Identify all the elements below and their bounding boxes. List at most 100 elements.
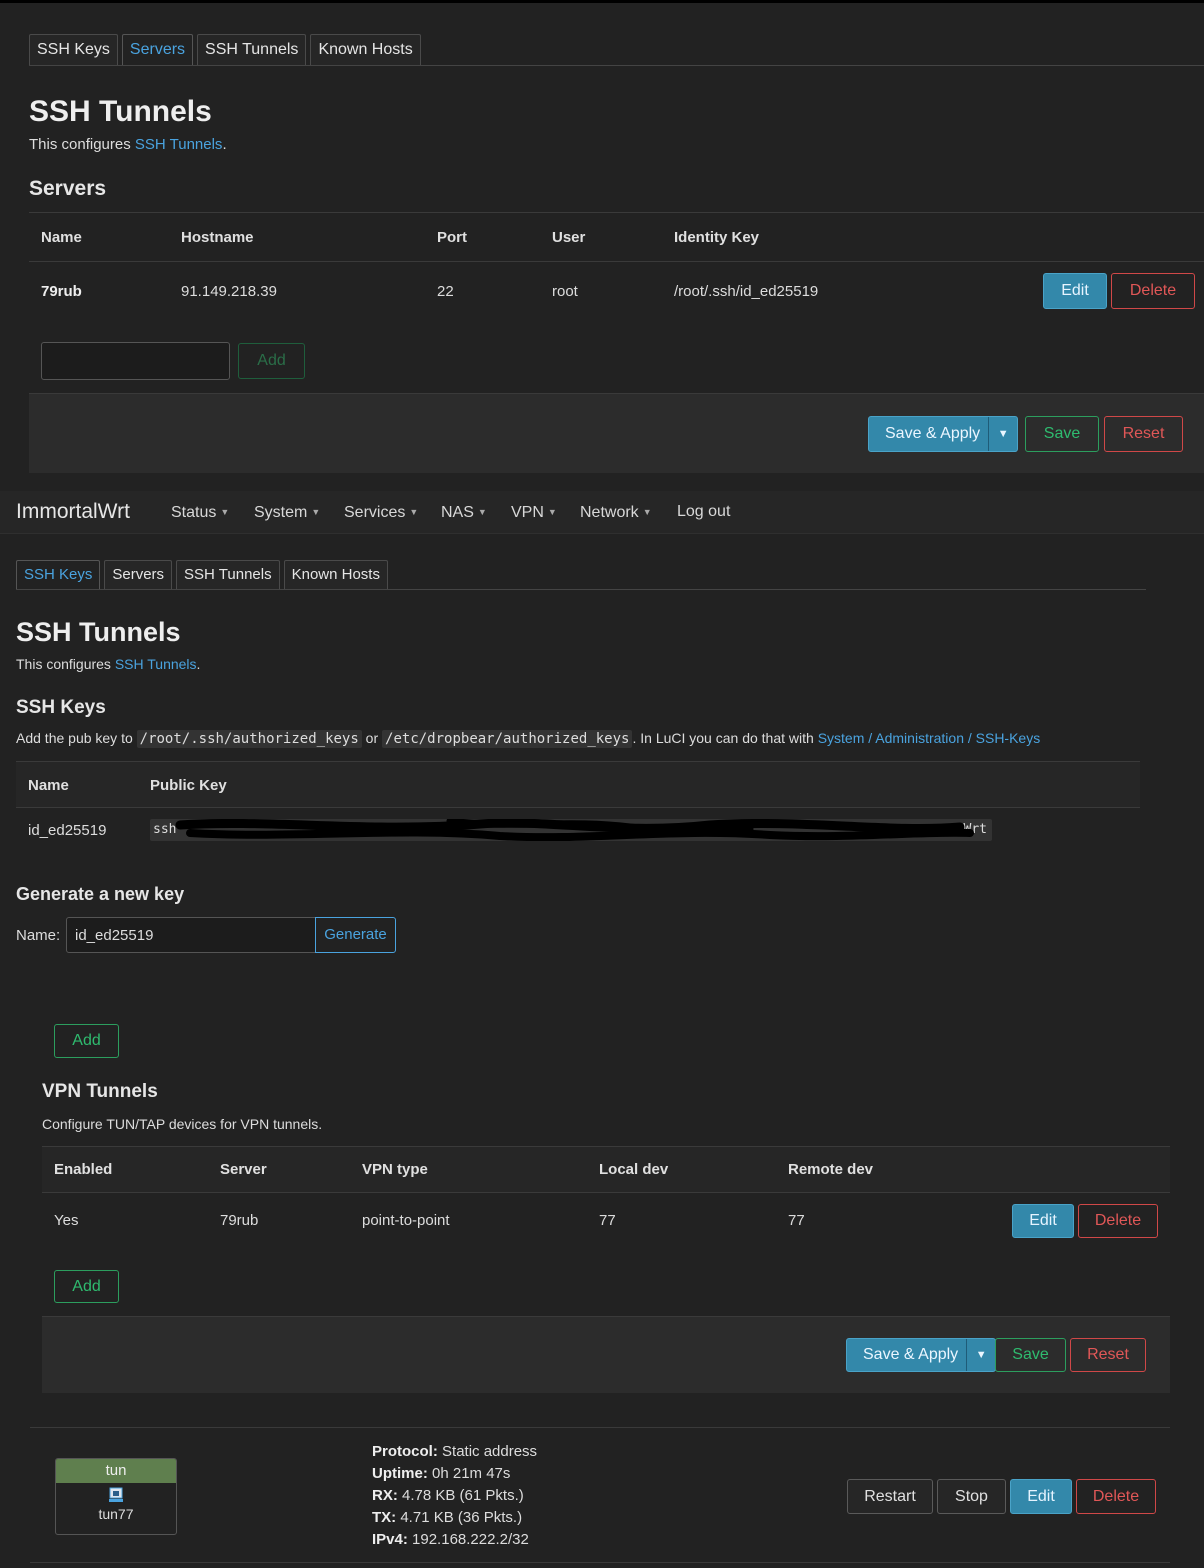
generate-key-title: Generate a new key xyxy=(16,884,185,904)
save-apply-button[interactable]: Save & Apply ▼ xyxy=(868,416,1019,452)
interface-divider-top xyxy=(30,1427,1170,1428)
hint-or: or xyxy=(361,730,383,746)
nav-network[interactable]: Network ▼ xyxy=(580,491,652,534)
save-apply-button[interactable]: Save & Apply ▼ xyxy=(846,1338,997,1372)
nav-nas[interactable]: NAS ▼ xyxy=(441,491,487,534)
delete-button[interactable]: Delete xyxy=(1111,273,1195,309)
table-row: Yes 79rub point-to-point 77 77 Edit Dele… xyxy=(42,1192,1170,1250)
stop-button[interactable]: Stop xyxy=(937,1479,1006,1514)
section-title-ssh-keys: SSH Keys xyxy=(16,697,106,718)
add-key-button[interactable]: Add xyxy=(54,1024,119,1058)
page-description: This configures SSH Tunnels. xyxy=(16,656,200,672)
ipv4-line: IPv4: 192.168.222.2/32 xyxy=(372,1529,537,1551)
edit-button[interactable]: Edit xyxy=(1012,1204,1074,1238)
table-row: 79rub 91.149.218.39 22 root /root/.ssh/i… xyxy=(29,261,1204,321)
interface-divider-bottom xyxy=(30,1562,1170,1563)
ssh-keys-admin-link[interactable]: System / Administration / SSH-Keys xyxy=(818,730,1041,746)
edit-button[interactable]: Edit xyxy=(1010,1479,1072,1514)
ssh-tunnels-link[interactable]: SSH Tunnels xyxy=(135,136,223,153)
tab-servers[interactable]: Servers xyxy=(104,560,173,589)
tx-value: 4.71 KB (36 Pkts.) xyxy=(400,1509,523,1526)
tab-ssh-keys[interactable]: SSH Keys xyxy=(29,34,118,65)
nav-vpn-label: VPN xyxy=(511,504,544,521)
top-black-bar xyxy=(0,0,1204,3)
vpn-local-dev: 77 xyxy=(599,1212,616,1229)
rx-line: RX: 4.78 KB (61 Pkts.) xyxy=(372,1485,537,1507)
tab-ssh-tunnels[interactable]: SSH Tunnels xyxy=(197,34,307,65)
col-public-key: Public Key xyxy=(150,777,227,794)
chevron-down-icon: ▼ xyxy=(311,507,321,517)
col-enabled: Enabled xyxy=(54,1161,113,1178)
nav-logout[interactable]: Log out xyxy=(677,491,730,533)
save-apply-label: Save & Apply xyxy=(863,1346,959,1363)
col-hostname: Hostname xyxy=(181,229,254,246)
col-server: Server xyxy=(220,1161,267,1178)
generate-button[interactable]: Generate xyxy=(315,917,396,953)
tab-known-hosts[interactable]: Known Hosts xyxy=(283,560,388,589)
brand-logo[interactable]: ImmortalWrt xyxy=(16,491,130,533)
save-button[interactable]: Save xyxy=(995,1338,1066,1372)
tab-servers[interactable]: Servers xyxy=(121,34,194,65)
top-tabs: SSH Keys Servers SSH Tunnels Known Hosts xyxy=(29,34,1204,66)
add-server-button[interactable]: Add xyxy=(238,343,305,379)
new-server-name-input[interactable] xyxy=(41,342,230,380)
vpn-tunnels-title: VPN Tunnels xyxy=(42,1081,158,1102)
hint-prefix: Add the pub key to xyxy=(16,730,137,746)
nav-services[interactable]: Services ▼ xyxy=(344,491,418,534)
restart-button[interactable]: Restart xyxy=(847,1479,933,1514)
col-user: User xyxy=(552,229,586,246)
key-name: id_ed25519 xyxy=(28,822,107,839)
new-key-name-input[interactable] xyxy=(66,917,316,953)
nav-status[interactable]: Status ▼ xyxy=(171,491,229,534)
top-form-footer: Save & Apply ▼ Save Reset xyxy=(29,393,1204,473)
interface-name: tun xyxy=(56,1459,176,1483)
redaction-scribble xyxy=(175,819,974,841)
col-identity-key: Identity Key xyxy=(674,229,760,246)
server-identity-key: /root/.ssh/id_ed25519 xyxy=(674,283,819,300)
ssh-tunnels-link[interactable]: SSH Tunnels xyxy=(115,656,197,672)
chevron-down-icon: ▼ xyxy=(642,507,652,517)
chevron-down-icon: ▼ xyxy=(409,507,419,517)
edit-button[interactable]: Edit xyxy=(1043,273,1107,309)
reset-button[interactable]: Reset xyxy=(1070,1338,1146,1372)
delete-button[interactable]: Delete xyxy=(1078,1204,1158,1238)
uptime-label: Uptime: xyxy=(372,1465,428,1482)
col-vpn-type: VPN type xyxy=(362,1161,428,1178)
top-navbar: ImmortalWrt Status ▼ System ▼ Services ▼ NA… xyxy=(0,491,1204,534)
public-key-value: ssh tWrt xyxy=(150,819,992,841)
chevron-down-icon[interactable]: ▼ xyxy=(988,417,1017,451)
reset-button[interactable]: Reset xyxy=(1104,416,1183,452)
delete-button[interactable]: Delete xyxy=(1076,1479,1156,1514)
add-vpn-button[interactable]: Add xyxy=(54,1270,119,1303)
interface-status: Protocol: Static address Uptime: 0h 21m … xyxy=(372,1441,537,1551)
tab-ssh-tunnels[interactable]: SSH Tunnels xyxy=(176,560,280,589)
section-title-servers: Servers xyxy=(29,177,107,200)
ipv4-label: IPv4: xyxy=(372,1531,408,1548)
chevron-down-icon[interactable]: ▼ xyxy=(966,1339,995,1371)
server-port: 22 xyxy=(437,283,454,300)
nav-system-label: System xyxy=(254,504,308,521)
vpn-enabled: Yes xyxy=(54,1212,79,1229)
hint-mid: . In LuCI you can do that with xyxy=(632,730,818,746)
nav-services-label: Services xyxy=(344,504,406,521)
tx-label: TX: xyxy=(372,1509,397,1526)
save-button[interactable]: Save xyxy=(1025,416,1099,452)
uptime-line: Uptime: 0h 21m 47s xyxy=(372,1463,537,1485)
description-prefix: This configures xyxy=(16,656,115,672)
vpn-tunnels-description: Configure TUN/TAP devices for VPN tunnel… xyxy=(42,1116,323,1132)
interface-device: tun77 xyxy=(98,1506,134,1522)
uptime-value: 0h 21m 47s xyxy=(432,1465,511,1482)
description-suffix: . xyxy=(196,656,201,672)
nav-nas-label: NAS xyxy=(441,504,474,521)
save-apply-label: Save & Apply xyxy=(885,425,981,442)
tx-line: TX: 4.71 KB (36 Pkts.) xyxy=(372,1507,537,1529)
nav-status-label: Status xyxy=(171,504,217,521)
ipv4-value: 192.168.222.2/32 xyxy=(412,1531,529,1548)
tab-ssh-keys[interactable]: SSH Keys xyxy=(16,560,101,589)
server-name: 79rub xyxy=(41,283,82,300)
tab-known-hosts[interactable]: Known Hosts xyxy=(310,34,421,65)
table-row: id_ed25519 ssh tWrt xyxy=(16,807,1140,853)
page-title: SSH Tunnels xyxy=(29,95,212,128)
nav-vpn[interactable]: VPN ▼ xyxy=(511,491,557,534)
nav-system[interactable]: System ▼ xyxy=(254,491,320,534)
